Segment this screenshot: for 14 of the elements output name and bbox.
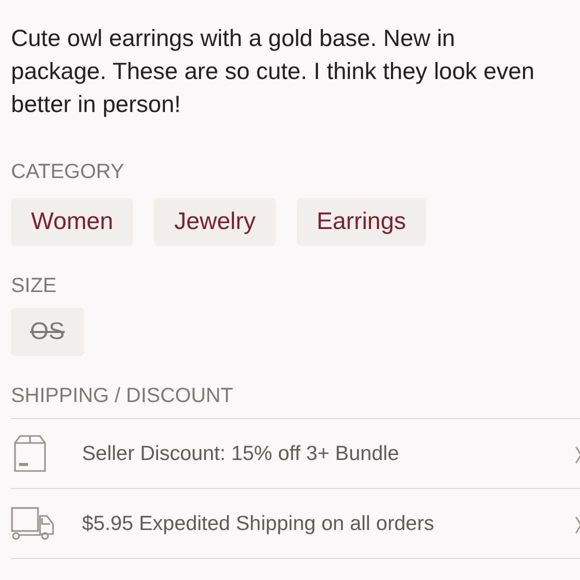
truck-icon xyxy=(11,507,55,540)
chevron-icon[interactable] xyxy=(575,516,580,534)
category-tag[interactable]: Women xyxy=(11,198,134,246)
category-tag[interactable]: Earrings xyxy=(296,198,426,246)
shipping-text: $5.95 Expedited Shipping on all orders xyxy=(82,512,434,536)
box-icon xyxy=(11,434,49,472)
category-tag[interactable]: Jewelry xyxy=(154,198,276,246)
discount-text: Seller Discount: 15% off 3+ Bundle xyxy=(82,442,399,466)
item-description: Cute owl earrings with a gold base. New in package. These are so cute. I think they look even better in person! xyxy=(11,24,536,119)
section-heading: CATEGORY xyxy=(11,160,126,184)
size-option[interactable]: OS xyxy=(11,308,84,356)
chevron-icon[interactable] xyxy=(575,446,580,464)
section-heading: SIZE xyxy=(11,274,58,298)
section-heading: SHIPPING / DISCOUNT xyxy=(11,384,234,408)
